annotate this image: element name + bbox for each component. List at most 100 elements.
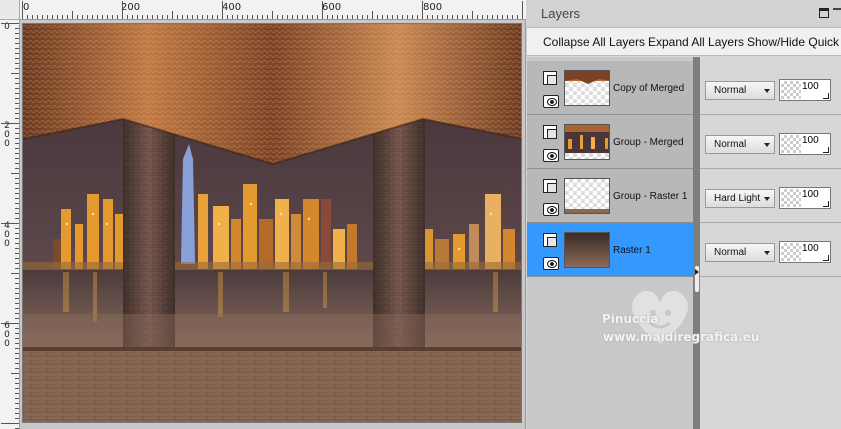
thumbnail-image	[565, 71, 609, 84]
ruler-tick	[15, 318, 19, 319]
ruler-tick	[347, 15, 348, 19]
ruler-tick	[15, 283, 19, 284]
collapse-all-layers-button[interactable]: Collapse All Layers	[543, 35, 645, 49]
opacity-field[interactable]: 100	[779, 187, 831, 209]
ruler-tick	[517, 15, 518, 19]
ruler-tick	[407, 15, 408, 19]
ruler-tick	[15, 93, 19, 94]
ruler-tick	[142, 15, 143, 19]
layer-thumbnail	[564, 232, 610, 268]
minimize-icon[interactable]	[833, 8, 841, 18]
resize-corner-icon[interactable]	[823, 93, 829, 99]
vertical-ruler[interactable]: 0 2 0 0 4 0 0 6 0 0	[0, 20, 20, 429]
layer-name: Raster 1	[613, 245, 651, 256]
opacity-swatch	[781, 243, 801, 261]
ruler-tick	[412, 15, 413, 19]
opacity-field[interactable]: 100	[779, 133, 831, 155]
ruler-tick	[492, 15, 493, 19]
ruler-tick	[15, 298, 19, 299]
layer-group-icon[interactable]	[543, 71, 557, 85]
dropdown-arrow-icon	[764, 197, 770, 201]
layer-properties: Normal 100 Normal 100 Hard Light 100 Nor…	[700, 57, 841, 429]
ruler-tick	[472, 11, 473, 19]
dropdown-arrow-icon	[764, 251, 770, 255]
ruler-tick	[15, 343, 19, 344]
ruler-tick	[15, 163, 19, 164]
blend-mode-value: Normal	[714, 139, 747, 150]
ruler-tick	[397, 15, 398, 19]
ruler-tick	[262, 15, 263, 19]
layer-group-icon[interactable]	[543, 179, 557, 193]
panel-titlebar[interactable]: Layers	[527, 0, 841, 28]
layer-row[interactable]: Copy of Merged	[527, 61, 693, 115]
ruler-tick	[177, 15, 178, 19]
show-hide-quick-button[interactable]: Show/Hide Quick S	[747, 35, 841, 49]
dropdown-arrow-icon	[764, 89, 770, 93]
blend-mode-select[interactable]: Normal	[705, 81, 775, 100]
blend-mode-select[interactable]: Hard Light	[705, 189, 775, 208]
layer-group-icon[interactable]	[543, 125, 557, 139]
layer-row[interactable]: Group - Merged	[527, 115, 693, 169]
visibility-eye-icon[interactable]	[543, 149, 559, 162]
layer-list-scrollbar[interactable]	[693, 57, 700, 429]
image-canvas[interactable]	[22, 23, 522, 423]
ruler-label: 6 0 0	[4, 321, 10, 349]
resize-corner-icon[interactable]	[823, 255, 829, 261]
ruler-tick	[15, 253, 19, 254]
visibility-eye-icon[interactable]	[543, 95, 559, 108]
ruler-tick	[15, 108, 19, 109]
watermark-name: Pinuccia	[602, 312, 659, 326]
blend-mode-select[interactable]: Normal	[705, 135, 775, 154]
ruler-tick	[87, 15, 88, 19]
layer-group-icon[interactable]	[543, 233, 557, 247]
layer-properties-row: Normal 100	[700, 223, 841, 277]
ruler-tick	[15, 353, 19, 354]
ruler-tick	[402, 15, 403, 19]
ruler-tick	[27, 15, 28, 19]
ruler-tick	[357, 15, 358, 19]
ruler-tick	[287, 15, 288, 19]
layer-properties-row: Hard Light 100	[700, 169, 841, 223]
ruler-tick	[15, 213, 19, 214]
ruler-tick	[15, 393, 19, 394]
ruler-tick	[112, 15, 113, 19]
ruler-tick	[147, 15, 148, 19]
layer-row-selected[interactable]: Raster 1	[527, 223, 693, 277]
ruler-tick	[302, 15, 303, 19]
ruler-tick	[387, 15, 388, 19]
ruler-tick	[342, 15, 343, 19]
opacity-value: 100	[802, 189, 819, 200]
layer-row[interactable]: Group - Raster 1	[527, 169, 693, 223]
ruler-tick	[15, 263, 19, 264]
ruler-tick	[1, 223, 19, 224]
ruler-tick	[15, 303, 19, 304]
layer-list: Copy of Merged Group - Merged Group - Ra…	[527, 57, 693, 429]
ruler-tick	[52, 15, 53, 19]
dropdown-arrow-icon	[764, 143, 770, 147]
ruler-tick	[192, 15, 193, 19]
ruler-tick	[15, 63, 19, 64]
blend-mode-select[interactable]: Normal	[705, 243, 775, 262]
maximize-icon[interactable]	[819, 8, 829, 18]
resize-corner-icon[interactable]	[823, 201, 829, 207]
panel-title: Layers	[541, 6, 581, 21]
opacity-field[interactable]: 100	[779, 79, 831, 101]
visibility-eye-icon[interactable]	[543, 257, 559, 270]
ruler-tick	[15, 363, 19, 364]
ruler-tick	[15, 413, 19, 414]
ruler-label: 600	[322, 2, 342, 13]
horizontal-ruler[interactable]: 0 200 400 600 800	[20, 0, 526, 20]
ruler-tick	[15, 278, 19, 279]
ruler-tick	[11, 173, 19, 174]
ruler-tick	[15, 38, 19, 39]
ruler-tick	[15, 148, 19, 149]
visibility-eye-icon[interactable]	[543, 203, 559, 216]
resize-corner-icon[interactable]	[823, 147, 829, 153]
layers-toolbar: Collapse All Layers Expand All Layers Sh…	[527, 28, 841, 56]
ruler-tick	[15, 33, 19, 34]
ruler-tick	[11, 273, 19, 274]
ruler-tick	[462, 15, 463, 19]
opacity-field[interactable]: 100	[779, 241, 831, 263]
expand-all-layers-button[interactable]: Expand All Layers	[648, 35, 744, 49]
ruler-tick	[1, 123, 19, 124]
